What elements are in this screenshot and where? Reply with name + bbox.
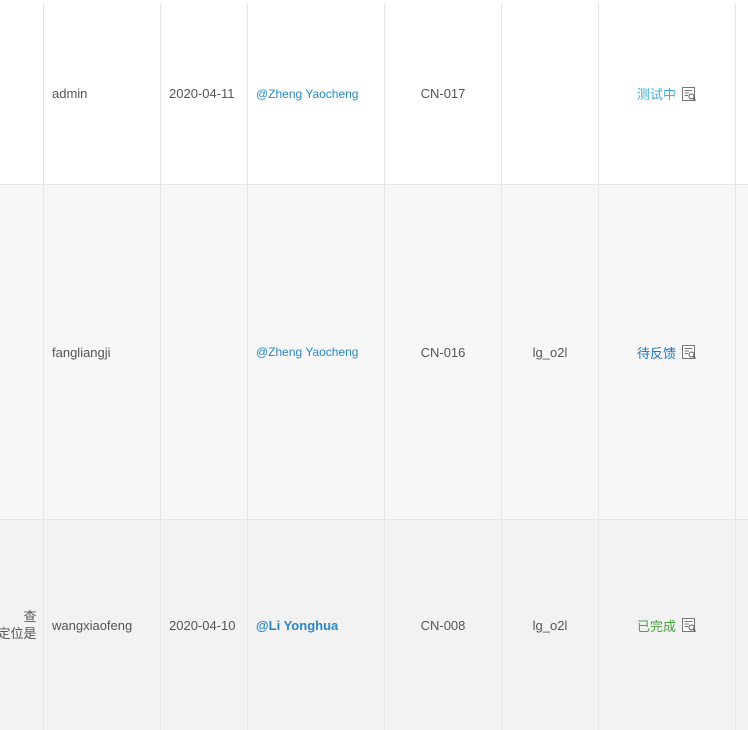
status-label: 测试中: [636, 87, 676, 102]
status-link[interactable]: 待反馈: [637, 343, 697, 362]
user-name: fangliangji: [52, 344, 111, 360]
date-cell: [161, 185, 248, 519]
description-line: 查: [23, 609, 37, 624]
status-cell: 测试中: [599, 3, 736, 184]
issue-code: CN-008: [420, 617, 466, 633]
status-link[interactable]: 测试中: [637, 84, 697, 103]
date-text: 2020-04-11: [169, 86, 235, 101]
assignee-cell: @Zheng Yaocheng: [248, 185, 385, 519]
table-row: 查 定位是 wangxiaofeng 2020-04-10 @Li Yonghu…: [0, 520, 748, 730]
tag-text: lg_o2l: [532, 344, 568, 360]
status-cell: 待反馈: [599, 185, 736, 519]
document-search-icon[interactable]: [681, 86, 697, 102]
description-cell: [0, 3, 44, 184]
document-search-icon[interactable]: [681, 344, 697, 360]
assignee-mention-link[interactable]: @Zheng Yaocheng: [256, 87, 358, 101]
user-name: admin: [52, 86, 88, 101]
table-row: admin 2020-04-11 @Zheng Yaocheng CN-017 …: [0, 3, 748, 185]
assignee-cell: @Zheng Yaocheng: [248, 3, 385, 184]
document-search-icon[interactable]: [681, 617, 697, 633]
status-cell: 已完成: [599, 520, 736, 730]
table-row: fangliangji @Zheng Yaocheng CN-016 lg_o2…: [0, 185, 748, 520]
code-cell: CN-008: [385, 520, 502, 730]
user-cell: fangliangji: [44, 185, 161, 519]
tag-cell: lg_o2l: [502, 185, 599, 519]
issue-table: admin 2020-04-11 @Zheng Yaocheng CN-017 …: [0, 3, 748, 730]
description-text: 查 定位是: [0, 608, 37, 642]
trailing-cell: [736, 3, 748, 184]
status-link[interactable]: 已完成: [637, 616, 697, 635]
code-cell: CN-017: [385, 3, 502, 184]
date-cell: 2020-04-10: [161, 520, 248, 730]
description-line: 定位是: [0, 626, 37, 641]
date-text: 2020-04-10: [169, 617, 236, 633]
trailing-cell: [736, 520, 748, 730]
issue-code: CN-016: [420, 344, 466, 360]
assignee-mention-link[interactable]: @Zheng Yaocheng: [256, 345, 358, 359]
status-label: 已完成: [636, 618, 676, 634]
tag-cell: lg_o2l: [502, 520, 599, 730]
description-cell: [0, 185, 44, 519]
user-cell: wangxiaofeng: [44, 520, 161, 730]
status-label: 待反馈: [636, 345, 676, 361]
trailing-cell: [736, 185, 748, 519]
tag-cell: [502, 3, 599, 184]
user-cell: admin: [44, 3, 161, 184]
date-cell: 2020-04-11: [161, 3, 248, 184]
assignee-mention-link[interactable]: @Li Yonghua: [256, 618, 338, 633]
issue-code: CN-017: [420, 86, 466, 101]
user-name: wangxiaofeng: [52, 617, 133, 633]
assignee-cell: @Li Yonghua: [248, 520, 385, 730]
description-cell: 查 定位是: [0, 520, 44, 730]
tag-text: lg_o2l: [532, 617, 568, 633]
code-cell: CN-016: [385, 185, 502, 519]
